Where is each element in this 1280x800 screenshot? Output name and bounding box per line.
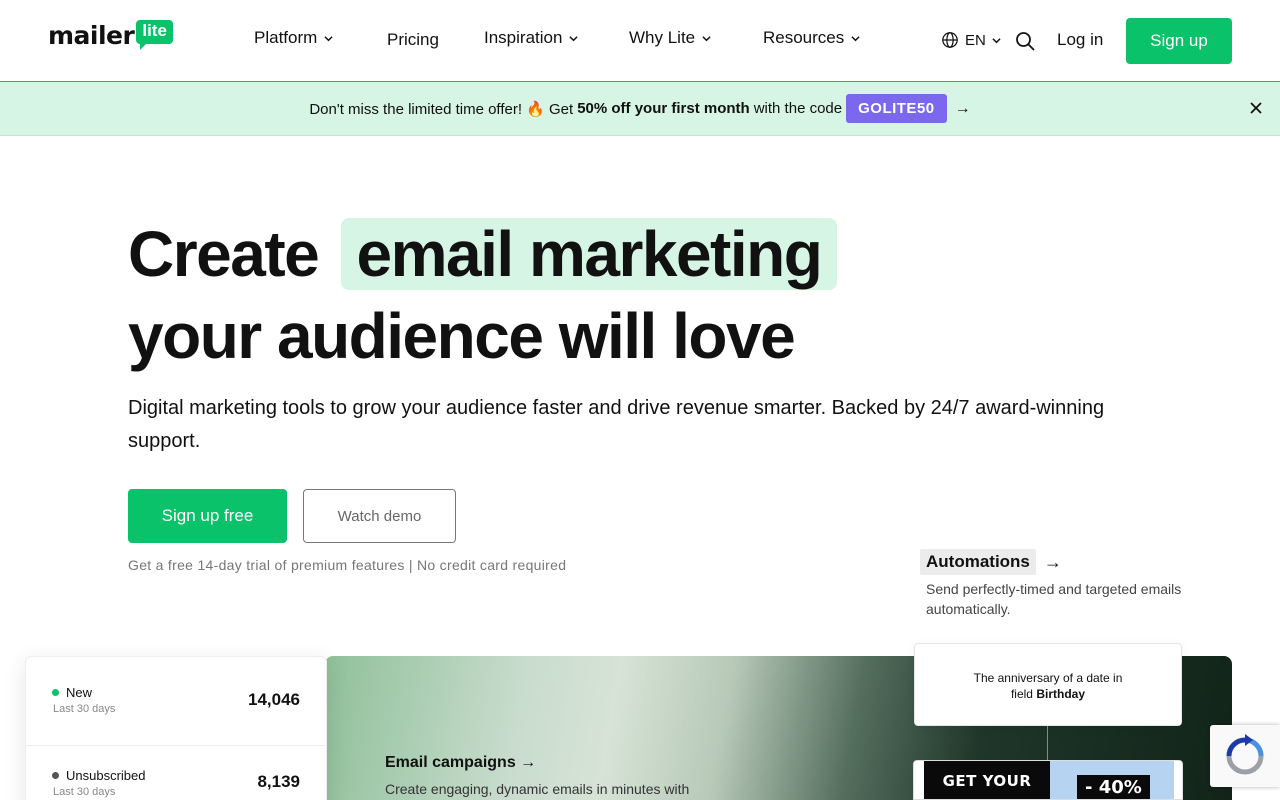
search-icon[interactable] bbox=[1015, 31, 1035, 51]
close-icon[interactable] bbox=[1249, 101, 1263, 115]
stat-row-new: New Last 30 days 14,046 bbox=[26, 657, 326, 745]
email-preview-headline: GET YOUR bbox=[924, 761, 1050, 799]
nav-inspiration-label: Inspiration bbox=[484, 28, 563, 47]
status-dot-icon bbox=[52, 689, 59, 696]
trigger-line1: The anniversary of a date in bbox=[973, 671, 1123, 685]
email-campaigns-link[interactable]: Email campaigns → bbox=[385, 754, 536, 772]
signup-free-button[interactable]: Sign up free bbox=[128, 489, 287, 543]
stat-row-unsubscribed: Unsubscribed Last 30 days 8,139 bbox=[26, 745, 326, 800]
email-campaigns-description: Create engaging, dynamic emails in minut… bbox=[385, 781, 690, 797]
stat-value: 14,046 bbox=[248, 690, 300, 709]
logo-wordmark: mailer bbox=[48, 21, 135, 50]
automations-title: Automations bbox=[920, 549, 1036, 575]
watch-demo-button[interactable]: Watch demo bbox=[303, 489, 456, 543]
chevron-down-icon bbox=[702, 35, 711, 41]
hero-headline-line1: Create email marketing bbox=[128, 218, 838, 290]
trial-note: Get a free 14-day trial of premium featu… bbox=[128, 557, 567, 573]
status-dot-icon bbox=[52, 772, 59, 779]
globe-icon bbox=[942, 32, 958, 48]
automation-trigger-card: The anniversary of a date in field Birth… bbox=[914, 643, 1182, 726]
subscriber-stats-card: New Last 30 days 14,046 Unsubscribed Las… bbox=[25, 656, 327, 800]
nav-why-lite-label: Why Lite bbox=[629, 28, 696, 47]
promo-text-after: with the code bbox=[753, 100, 843, 117]
recaptcha-badge[interactable] bbox=[1210, 725, 1280, 787]
nav-pricing[interactable]: Pricing bbox=[387, 30, 439, 50]
arrow-right-icon: → bbox=[1043, 551, 1062, 572]
promo-text: Don't miss the limited time offer! 🔥 Get bbox=[309, 100, 574, 118]
stat-label: Unsubscribed bbox=[66, 768, 146, 783]
nav-inspiration[interactable]: Inspiration bbox=[484, 28, 579, 48]
login-link[interactable]: Log in bbox=[1057, 30, 1103, 50]
nav-platform-label: Platform bbox=[254, 28, 318, 47]
chevron-down-icon bbox=[992, 37, 1001, 43]
hero-headline-line2: your audience will love bbox=[128, 300, 796, 372]
stat-sublabel: Last 30 days bbox=[53, 786, 116, 798]
language-label: EN bbox=[965, 31, 986, 49]
stat-value: 8,139 bbox=[257, 772, 300, 791]
promo-banner: Don't miss the limited time offer! 🔥 Get… bbox=[0, 82, 1280, 136]
promo-offer: 50% off your first month bbox=[577, 100, 750, 117]
chevron-down-icon bbox=[569, 35, 579, 41]
stat-label: New bbox=[66, 685, 93, 700]
nav-platform[interactable]: Platform bbox=[254, 28, 333, 48]
recaptcha-icon bbox=[1226, 734, 1264, 775]
nav-resources[interactable]: Resources bbox=[763, 28, 860, 48]
hero-headline-highlight: email marketing bbox=[340, 218, 838, 290]
site-header: mailer lite Platform Pricing Inspiration… bbox=[0, 0, 1280, 82]
hero-subtitle: Digital marketing tools to grow your aud… bbox=[128, 397, 1105, 452]
trigger-field-name: Birthday bbox=[1036, 687, 1086, 701]
email-preview-card: GET YOUR - 40% bbox=[913, 760, 1183, 800]
chevron-down-icon bbox=[851, 35, 860, 41]
workflow-connector bbox=[1047, 726, 1048, 760]
automations-link[interactable]: Automations → bbox=[920, 549, 1062, 575]
language-selector[interactable]: EN bbox=[941, 31, 1001, 49]
logo-badge: lite bbox=[136, 20, 173, 50]
trigger-field-prefix: field bbox=[1010, 687, 1033, 701]
stat-sublabel: Last 30 days bbox=[53, 703, 116, 715]
automations-description: Send perfectly-timed and targeted emails… bbox=[926, 581, 1182, 617]
trigger-line2: field Birthday bbox=[915, 686, 1181, 702]
nav-why-lite[interactable]: Why Lite bbox=[629, 28, 711, 48]
promo-code-badge[interactable]: GOLITE50 bbox=[846, 94, 947, 123]
nav-resources-label: Resources bbox=[763, 28, 845, 47]
chevron-down-icon bbox=[324, 35, 333, 41]
arrow-right-icon[interactable]: → bbox=[955, 100, 971, 118]
discount-badge: - 40% bbox=[1077, 775, 1150, 799]
hero-headline-prefix: Create bbox=[128, 218, 320, 290]
nav-pricing-label: Pricing bbox=[387, 30, 439, 49]
mailerlite-logo[interactable]: mailer lite bbox=[48, 20, 173, 50]
signup-button[interactable]: Sign up bbox=[1126, 18, 1232, 64]
